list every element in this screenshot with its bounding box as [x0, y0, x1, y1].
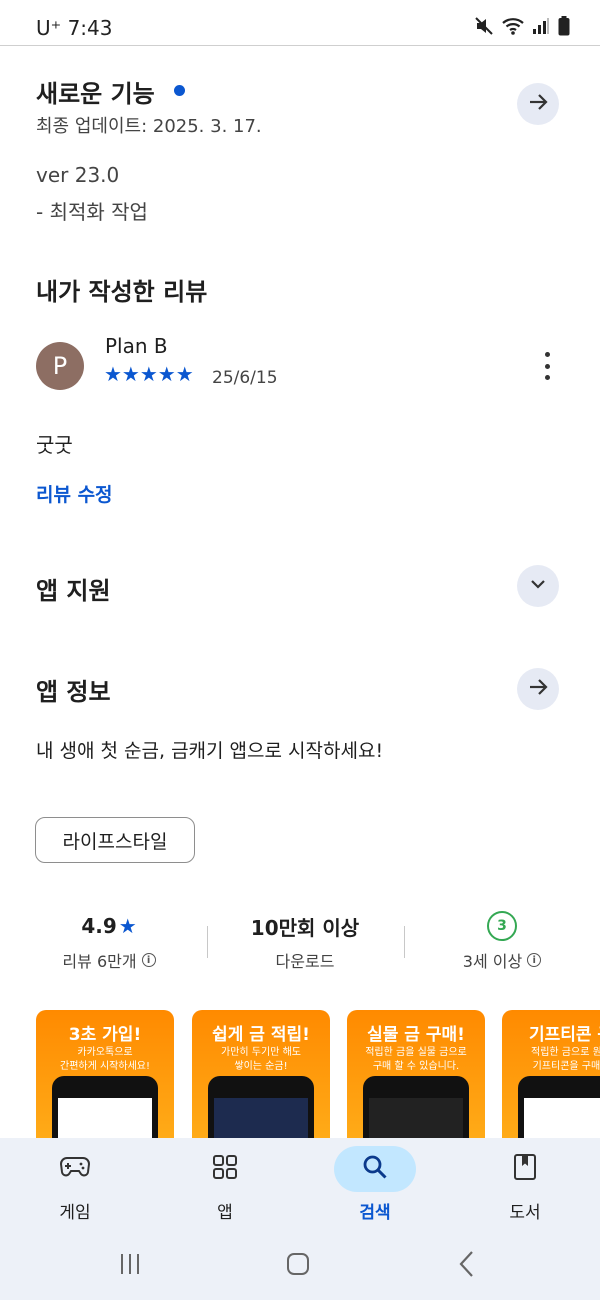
nav-search[interactable]: 검색 [325, 1146, 425, 1223]
screenshot-card[interactable]: 쉽게 금 적립! 가만히 두기만 해도 쌓이는 순금! [192, 1010, 330, 1138]
star-rating: ★★★★★ [104, 364, 194, 384]
screenshot-headline: 3초 가입! [68, 1025, 142, 1045]
stat-divider [207, 926, 208, 958]
screenshot-carousel[interactable]: 3초 가입! 카카오톡으로 간편하게 시작하세요! 쉽게 금 적립! 가만히 두기… [36, 1010, 600, 1138]
apps-grid-icon [212, 1154, 238, 1184]
screenshot-subtext: 카카오톡으로 간편하게 시작하세요! [60, 1047, 150, 1072]
whats-new-title: 새로운 기능 [36, 80, 155, 108]
phone-screen [214, 1098, 308, 1138]
phone-screen [524, 1098, 600, 1138]
search-icon [362, 1154, 388, 1184]
stat-divider [404, 926, 405, 958]
info-icon[interactable]: i [141, 953, 156, 967]
phone-screen [369, 1098, 463, 1138]
downloads-label: 다운로드 [275, 952, 335, 971]
my-review-title: 내가 작성한 리뷰 [36, 278, 208, 306]
arrow-right-icon [527, 676, 549, 702]
nav-label: 검색 [359, 1203, 391, 1223]
whats-new-arrow-button[interactable] [517, 83, 559, 125]
review-text: 굿굿 [36, 433, 73, 457]
last-updated: 최종 업데이트: 2025. 3. 17. [36, 116, 262, 137]
back-icon[interactable] [457, 1250, 477, 1282]
nav-label: 앱 [217, 1203, 233, 1223]
book-icon [513, 1153, 537, 1185]
app-support-title: 앱 지원 [36, 577, 111, 605]
mute-icon [474, 16, 494, 40]
battery-icon [558, 16, 570, 40]
status-icons [474, 16, 570, 40]
app-description: 내 생애 첫 순금, 금캐기 앱으로 시작하세요! [36, 740, 384, 762]
active-pill [334, 1146, 416, 1192]
screenshot-headline: 실물 금 구매! [367, 1025, 465, 1045]
version-note: - 최적화 작업 [36, 200, 148, 224]
status-time: U⁺ 7:43 [36, 16, 112, 40]
clock: 7:43 [67, 16, 113, 40]
arrow-right-icon [527, 91, 549, 117]
edit-review-link[interactable]: 리뷰 수정 [36, 480, 113, 507]
downloads-value: 10만회 이상 [250, 915, 360, 940]
screenshot-subtext: 가만히 두기만 해도 쌓이는 순금! [221, 1047, 301, 1072]
more-options-icon[interactable] [535, 352, 559, 380]
downloads-stat: 10만회 이상 다운로드 [210, 910, 400, 972]
category-chip[interactable]: 라이프스타일 [35, 817, 195, 863]
screenshot-subtext: 적립한 금을 실물 금으로 구매 할 수 있습니다. [365, 1047, 467, 1072]
reviewer-name: Plan B [105, 334, 168, 358]
screenshot-headline: 기프티콘 구 [528, 1025, 600, 1045]
system-navigation-bar [0, 1246, 600, 1282]
carrier-label: U⁺ [36, 16, 62, 40]
review-date: 25/6/15 [212, 368, 278, 388]
wifi-icon [502, 16, 524, 40]
age-rating-badge-icon: 3 [487, 911, 517, 941]
chevron-down-icon [528, 574, 548, 598]
status-bar: U⁺ 7:43 [0, 0, 600, 46]
signal-icon [532, 17, 550, 39]
rating-value: 4.9 [81, 914, 117, 938]
rating-stars: ★★★★★ [104, 362, 194, 386]
app-support-expand-button[interactable] [517, 565, 559, 607]
new-indicator-dot [174, 85, 185, 96]
screenshot-card[interactable]: 3초 가입! 카카오톡으로 간편하게 시작하세요! [36, 1010, 174, 1138]
rating-stat: 4.9 ★ 리뷰 6만개 i [14, 910, 204, 972]
nav-books[interactable]: 도서 [475, 1146, 575, 1223]
version-text: ver 23.0 [36, 163, 120, 187]
screenshot-card[interactable]: 기프티콘 구 적립한 금으로 원하기프티콘을 구매하 [502, 1010, 600, 1138]
review-count: 리뷰 6만개 [62, 952, 137, 971]
nav-label: 도서 [509, 1203, 541, 1223]
screenshot-headline: 쉽게 금 적립! [212, 1025, 310, 1045]
avatar-letter: P [52, 352, 68, 380]
app-info-title: 앱 정보 [36, 678, 111, 706]
screenshot-subtext: 적립한 금으로 원하기프티콘을 구매하 [531, 1047, 600, 1072]
age-rating-label: 3세 이상 [462, 952, 523, 971]
age-rating-stat: 3 3세 이상 i [407, 910, 597, 972]
recent-apps-icon[interactable] [118, 1252, 142, 1280]
screenshot-card[interactable]: 실물 금 구매! 적립한 금을 실물 금으로 구매 할 수 있습니다. [347, 1010, 485, 1138]
gamepad-icon [59, 1156, 91, 1182]
info-icon[interactable]: i [527, 953, 542, 967]
avatar: P [36, 342, 84, 390]
nav-apps[interactable]: 앱 [175, 1146, 275, 1223]
phone-screen [58, 1098, 152, 1138]
star-icon: ★ [118, 914, 137, 938]
app-info-arrow-button[interactable] [517, 668, 559, 710]
nav-games[interactable]: 게임 [25, 1146, 125, 1223]
home-icon[interactable] [286, 1252, 310, 1280]
nav-label: 게임 [59, 1203, 91, 1223]
